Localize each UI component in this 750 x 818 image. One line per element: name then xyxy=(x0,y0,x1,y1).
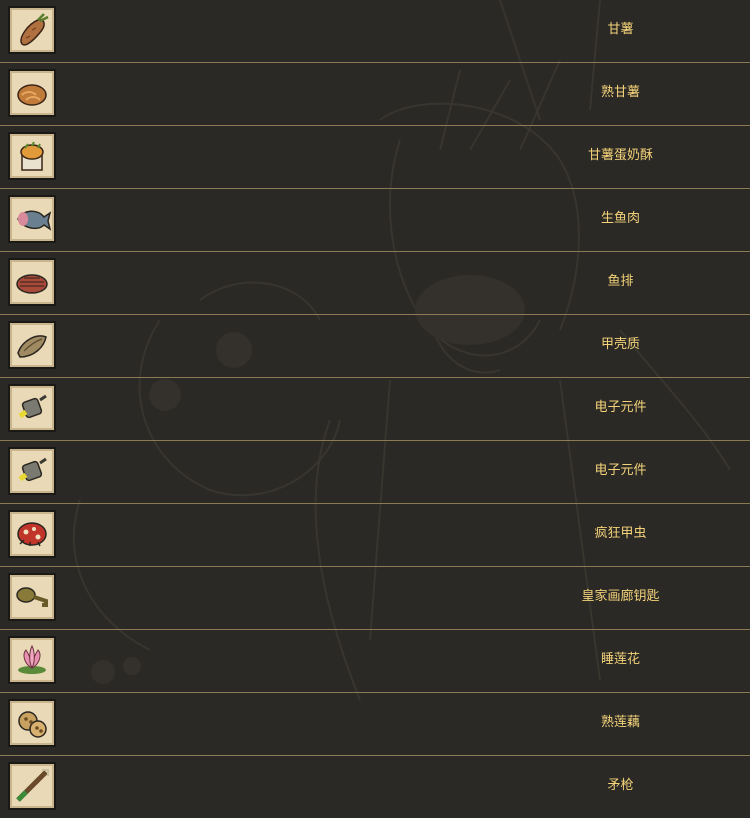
list-item[interactable]: 鱼排 xyxy=(0,252,750,315)
list-item[interactable]: 甘薯蛋奶酥 xyxy=(0,126,750,189)
item-name: 皇家画廊钥匙 xyxy=(581,589,660,604)
item-list: 甘薯 熟甘薯 甘薯蛋奶酥 生鱼肉 鱼排 甲壳质 电子元件 电子元件 疯狂甲虫 皇… xyxy=(0,0,750,818)
cooked-sweet-potato-icon xyxy=(8,69,56,117)
electrical-doodad-icon xyxy=(8,384,56,432)
item-name: 睡莲花 xyxy=(600,652,640,667)
list-item[interactable]: 睡莲花 xyxy=(0,630,750,693)
chitin-icon xyxy=(8,321,56,369)
sweet-potato-souffle-icon xyxy=(8,132,56,180)
list-item[interactable]: 熟莲藕 xyxy=(0,693,750,756)
list-item[interactable]: 皇家画廊钥匙 xyxy=(0,567,750,630)
item-name: 电子元件 xyxy=(594,463,647,478)
item-name: 鱼排 xyxy=(607,274,634,289)
list-item[interactable]: 熟甘薯 xyxy=(0,63,750,126)
list-item[interactable]: 甘薯 xyxy=(0,0,750,63)
lotus-flower-icon xyxy=(8,636,56,684)
royal-gallery-key-icon xyxy=(8,573,56,621)
item-name: 生鱼肉 xyxy=(600,211,640,226)
cooked-lotus-root-icon xyxy=(8,699,56,747)
fish-steak-icon xyxy=(8,258,56,306)
sweet-potato-icon xyxy=(8,6,56,54)
item-name: 矛枪 xyxy=(607,778,634,793)
item-name: 甲壳质 xyxy=(600,337,640,352)
spear-gun-icon xyxy=(8,762,56,810)
item-name: 疯狂甲虫 xyxy=(594,526,647,541)
list-item[interactable]: 生鱼肉 xyxy=(0,189,750,252)
list-item[interactable]: 电子元件 xyxy=(0,378,750,441)
raw-fish-icon xyxy=(8,195,56,243)
item-name: 熟甘薯 xyxy=(600,85,640,100)
item-name: 甘薯蛋奶酥 xyxy=(587,148,653,163)
electrical-doodad-icon xyxy=(8,447,56,495)
list-item[interactable]: 矛枪 xyxy=(0,756,750,818)
list-item[interactable]: 电子元件 xyxy=(0,441,750,504)
item-name: 熟莲藕 xyxy=(600,715,640,730)
item-name: 甘薯 xyxy=(607,22,634,37)
list-item[interactable]: 疯狂甲虫 xyxy=(0,504,750,567)
mad-beetle-icon xyxy=(8,510,56,558)
list-item[interactable]: 甲壳质 xyxy=(0,315,750,378)
item-name: 电子元件 xyxy=(594,400,647,415)
